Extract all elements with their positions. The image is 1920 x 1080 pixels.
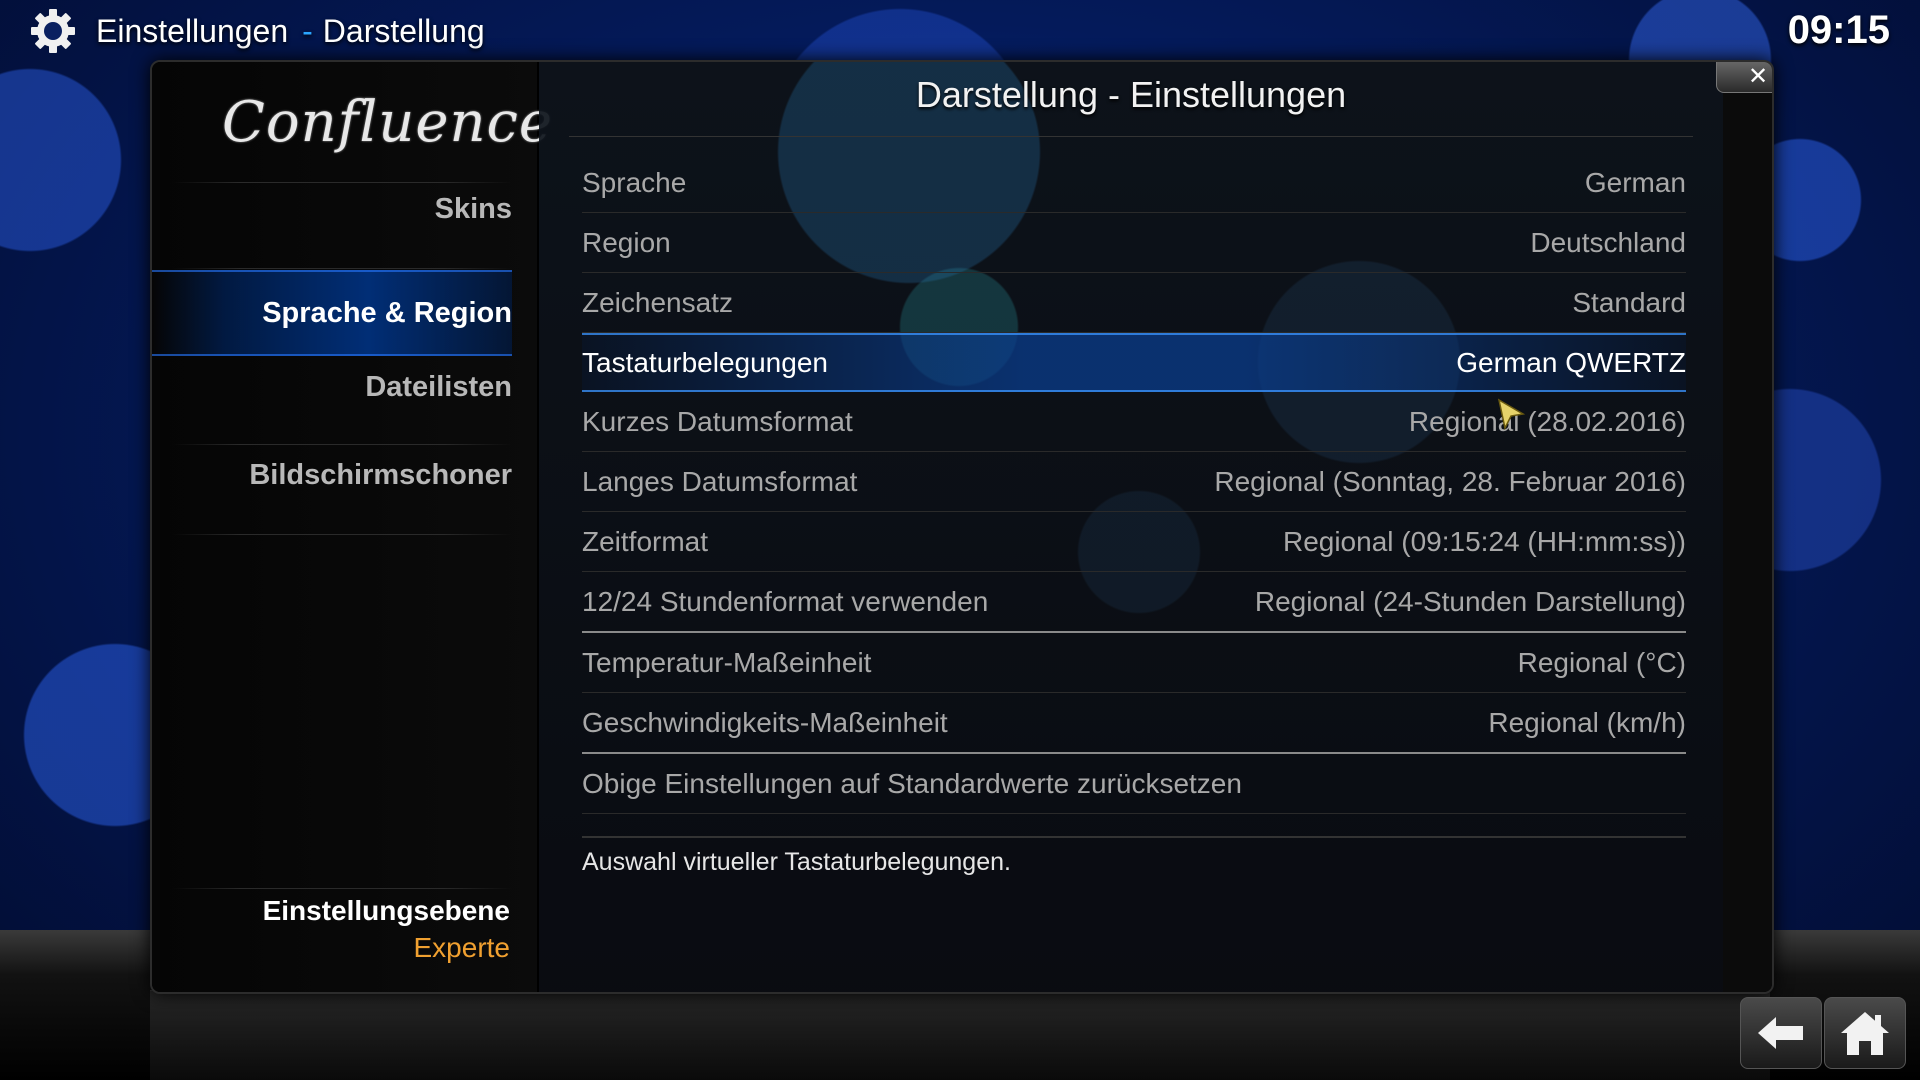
setting-value: Regional (km/h) xyxy=(1488,706,1686,738)
settings-list: Sprache German Region Deutschland Zeiche… xyxy=(582,153,1686,814)
setting-label: Obige Einstellungen auf Standardwerte zu… xyxy=(582,767,1242,799)
settings-level-label[interactable]: Einstellungsebene xyxy=(263,895,510,927)
setting-value: Deutschland xyxy=(1530,226,1686,258)
setting-row-zeichensatz[interactable]: Zeichensatz Standard xyxy=(582,273,1686,333)
setting-label: Zeichensatz xyxy=(582,286,733,318)
setting-label: 12/24 Stundenformat verwenden xyxy=(582,585,989,617)
clock: 09:15 xyxy=(1787,8,1890,52)
setting-label: Tastaturbelegungen xyxy=(582,346,828,378)
dialog-title: Darstellung - Einstellungen xyxy=(915,74,1347,115)
setting-description: Auswahl virtueller Tastaturbelegungen. xyxy=(582,848,1011,876)
settings-panel: Darstellung - Einstellungen Sprache Germ… xyxy=(539,62,1772,992)
setting-label: Langes Datumsformat xyxy=(582,465,858,497)
setting-label: Zeitformat xyxy=(582,525,709,557)
close-button[interactable]: ✕ xyxy=(1716,62,1772,93)
header-breadcrumb: Einstellungen - Darstellung xyxy=(28,6,485,56)
sidebar-divider xyxy=(172,444,512,445)
setting-value: German xyxy=(1584,166,1686,198)
setting-label: Kurzes Datumsformat xyxy=(582,405,853,437)
header-separator: - xyxy=(302,12,313,49)
setting-row-stundenformat[interactable]: 12/24 Stundenformat verwenden Regional (… xyxy=(582,572,1686,633)
title-divider xyxy=(569,136,1693,137)
setting-value: Regional (24-Stunden Darstellung) xyxy=(1254,585,1686,617)
header-page: Darstellung xyxy=(322,12,485,49)
sidebar-item-skins[interactable]: Skins xyxy=(152,184,512,234)
sidebar-divider xyxy=(172,182,512,183)
setting-row-geschwindigkeit[interactable]: Geschwindigkeits-Maßeinheit Regional (km… xyxy=(582,693,1686,754)
description-divider xyxy=(582,836,1686,838)
gear-icon xyxy=(31,9,75,53)
setting-value: Standard xyxy=(1572,286,1686,318)
sidebar: Confluence Skins Sprache & Region Dateil… xyxy=(152,62,552,992)
home-icon xyxy=(1841,1012,1889,1055)
setting-value: German QWERTZ xyxy=(1456,346,1686,378)
reset-defaults-button[interactable]: Obige Einstellungen auf Standardwerte zu… xyxy=(582,754,1686,814)
sidebar-item-dateilisten[interactable]: Dateilisten xyxy=(152,362,512,412)
scrollbar-track[interactable] xyxy=(1723,62,1772,992)
mouse-pointer-icon xyxy=(1497,398,1526,431)
setting-row-tastaturbelegungen[interactable]: Tastaturbelegungen German QWERTZ xyxy=(582,333,1686,392)
setting-row-sprache[interactable]: Sprache German xyxy=(582,153,1686,213)
setting-row-temperatur[interactable]: Temperatur-Maßeinheit Regional (°C) xyxy=(582,633,1686,693)
header-section: Einstellungen xyxy=(96,12,289,49)
bottom-strip xyxy=(150,990,1770,1080)
sidebar-item-sprache-region[interactable]: Sprache & Region xyxy=(152,270,512,356)
setting-label: Temperatur-Maßeinheit xyxy=(582,646,872,678)
setting-value: Regional (09:15:24 (HH:mm:ss)) xyxy=(1282,525,1686,557)
settings-dialog: Confluence Skins Sprache & Region Dateil… xyxy=(150,60,1774,994)
setting-value: Regional (°C) xyxy=(1517,646,1686,678)
sidebar-divider xyxy=(172,268,512,269)
setting-label: Sprache xyxy=(582,166,687,198)
setting-value: Regional (Sonntag, 28. Februar 2016) xyxy=(1214,465,1686,497)
setting-value: Regional (28.02.2016) xyxy=(1408,405,1686,437)
setting-row-zeitformat[interactable]: Zeitformat Regional (09:15:24 (HH:mm:ss)… xyxy=(582,512,1686,572)
back-arrow-icon xyxy=(1758,1017,1803,1049)
setting-label: Geschwindigkeits-Maßeinheit xyxy=(582,706,948,738)
setting-row-region[interactable]: Region Deutschland xyxy=(582,213,1686,273)
confluence-logo: Confluence xyxy=(222,90,554,155)
sidebar-divider xyxy=(172,888,512,889)
settings-level-value[interactable]: Experte xyxy=(414,932,511,964)
sidebar-divider xyxy=(172,534,512,535)
setting-label: Region xyxy=(582,226,671,258)
home-button[interactable] xyxy=(1824,997,1906,1069)
back-button[interactable] xyxy=(1740,997,1822,1069)
sidebar-item-bildschirmschoner[interactable]: Bildschirmschoner xyxy=(152,450,512,500)
setting-row-langes-datumsformat[interactable]: Langes Datumsformat Regional (Sonntag, 2… xyxy=(582,452,1686,512)
